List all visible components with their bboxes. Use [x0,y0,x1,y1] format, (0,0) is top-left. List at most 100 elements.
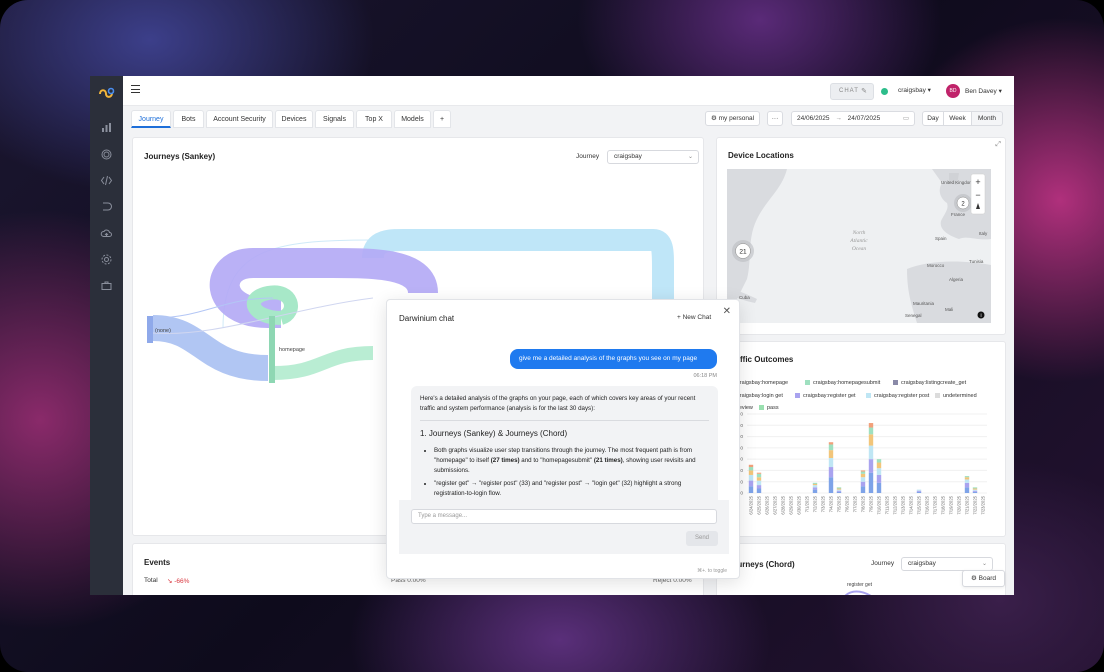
tab-devices[interactable]: Devices [275,110,313,128]
profile-name: my personal [718,115,755,122]
date-range-picker[interactable]: 24/06/2025 → 24/07/2025 ▭ [791,111,915,126]
x-tick-label: 7/20/2025 [957,495,962,514]
bar-segment [828,444,834,451]
settings-icon[interactable] [100,253,113,266]
x-tick-label: 6/27/2025 [773,495,778,514]
map-zoom-out-button[interactable]: − [975,190,980,200]
menu-icon[interactable] [131,85,140,93]
bar-segment [876,482,882,493]
bar-segment [812,487,818,490]
journey-icon[interactable] [100,200,113,213]
chord-journey-select[interactable]: craigsbay ⌄ [901,557,993,571]
sankey-node-none [147,316,153,343]
site-dropdown[interactable]: craigsbay ▾ [898,86,931,94]
range-week[interactable]: Week [943,111,972,126]
bar-segment [868,434,874,446]
legend-item[interactable]: craigsbay:homepagesubmit [805,380,880,386]
map-label-mauritania: Mauritania [913,301,935,306]
legend-swatch [795,393,800,399]
x-tick-label: 7/4/2025 [829,495,834,512]
chat-button[interactable]: CHAT ✎ [830,83,874,100]
map-zoom-in-button[interactable]: + [975,177,980,187]
sparkle-icon: ✎ [861,88,868,95]
traffic-outcomes-chart: 70 60 50 40 30 20 10 0 6/24/2025 6/25/2025 6/26/20… [717,412,1005,536]
bar-segment [972,490,978,492]
more-options-button[interactable]: ··· [767,111,783,126]
bar-segment [748,470,754,475]
user-dropdown[interactable]: Ben Davey ▾ [965,87,1002,95]
x-tick-label: 7/13/2025 [901,495,906,514]
bar-segment [812,483,818,486]
profile-selector[interactable]: ⚙ my personal [705,111,761,126]
message-time: 06:18 PM [693,373,717,379]
main-area: CHAT ✎ craigsbay ▾ BD Ben Davey ▾ Journe… [123,76,1014,595]
x-tick-label: 6/26/2025 [765,495,770,514]
new-chat-button[interactable]: + New Chat [677,314,711,321]
legend-item[interactable]: craigsbay:register get [795,393,856,399]
map-label-senegal: Senegal [905,313,922,318]
range-day[interactable]: Day [922,111,944,126]
chord-card: Journeys (Chord) Journey craigsbay ⌄ regi… [716,543,1006,595]
range-month[interactable]: Month [971,111,1003,126]
toolbox-icon[interactable] [100,279,113,292]
chord-journey-label: Journey [871,560,895,567]
board-button[interactable]: ⚙ Board [962,570,1005,587]
x-tick-label: 7/12/2025 [893,495,898,514]
cloud-upload-icon[interactable] [100,227,113,240]
x-tick-label: 7/19/2025 [949,495,954,514]
svg-text:i: i [980,313,981,319]
code-icon[interactable] [100,174,113,187]
legend-item[interactable]: craigsbay:listingcreate_get [893,380,966,386]
toggle-hint: ⌘+. to toggle [697,568,727,574]
map-label-uk: United Kingdom [941,180,973,185]
legend-item[interactable]: pass [759,405,779,411]
bar-segment [860,481,866,487]
x-tick-label: 7/14/2025 [909,495,914,514]
new-chat-label: New Chat [682,314,712,321]
legend-swatch [759,405,764,411]
legend-item[interactable]: craigsbay:register post [866,393,929,399]
traffic-bars-svg: 7060504030201006/24/2025 6/25/2025 6/26/20… [738,412,987,515]
date-from: 24/06/2025 [797,115,830,122]
tab-account-security[interactable]: Account Security [206,110,273,128]
map-label-ocean: Ocean [852,246,867,252]
tab-bots[interactable]: Bots [173,110,204,128]
assistant-intro: Here's a detailed analysis of the graphs… [420,395,696,412]
fingerprint-icon[interactable] [100,148,113,161]
x-tick-label: 7/6/2025 [845,495,850,512]
x-tick-label: 7/9/2025 [869,495,874,512]
x-tick-label: 7/23/2025 [981,495,986,514]
y-tick-label: 0 [740,491,743,497]
message-input[interactable]: Type a message... [411,509,717,524]
tab-models[interactable]: Models [394,110,431,128]
analytics-icon[interactable] [100,121,113,134]
tab-signals[interactable]: Signals [315,110,354,128]
status-indicator [881,88,888,95]
close-icon[interactable]: ✕ [723,306,731,317]
chat-title: Darwinium chat [399,314,455,323]
expand-icon[interactable]: ⤢ [995,141,1001,149]
bar-segment [828,467,834,478]
bar-segment [876,462,882,469]
send-button[interactable]: Send [686,531,718,546]
add-tab-button[interactable]: + [433,110,451,128]
bar-segment [972,488,978,490]
world-map[interactable]: North Atlantic Ocean United Kingdom Fran… [727,169,991,323]
map-label-mali: Mali [945,307,953,312]
bar-segment [876,459,882,463]
gear-icon: ⚙ [971,575,979,582]
x-tick-label: 7/15/2025 [917,495,922,514]
chevron-down-icon: ▾ [927,87,931,94]
bar-segment [860,486,866,493]
x-tick-label: 6/30/2025 [797,495,802,514]
legend-item[interactable]: undetermined [935,393,977,399]
calendar-icon: ▭ [902,115,909,122]
sankey-node-homepage [269,316,275,383]
avatar[interactable]: BD [946,84,960,98]
assistant-message: Here's a detailed analysis of the graphs… [411,386,718,511]
bar-segment [860,471,866,474]
tab-journey[interactable]: Journey [131,110,171,128]
map-label-north: North [852,230,866,236]
bar-segment [756,485,762,489]
tab-top-x[interactable]: Top X [356,110,392,128]
